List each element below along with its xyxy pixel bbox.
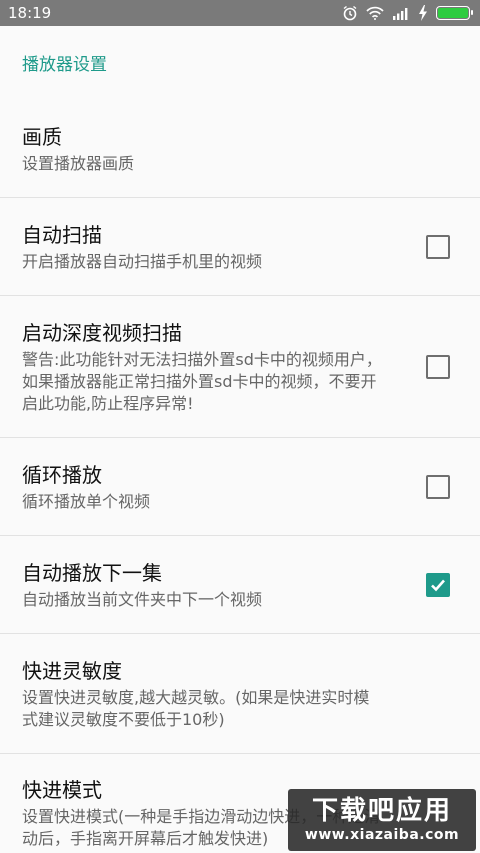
check-icon — [431, 579, 445, 591]
setting-deep-scan[interactable]: 启动深度视频扫描 警告:此功能针对无法扫描外置sd卡中的视频用户，如果播放器能正… — [0, 296, 480, 438]
setting-subtitle: 自动播放当前文件夹中下一个视频 — [22, 589, 263, 609]
alarm-icon — [343, 5, 357, 21]
setting-subtitle: 循环播放单个视频 — [22, 491, 151, 511]
setting-subtitle: 设置快进灵敏度,越大越灵敏。(如果是快进实时模式建议灵敏度不要低于10秒) — [22, 687, 370, 729]
setting-title: 自动扫描 — [22, 222, 102, 247]
auto-next-checkbox[interactable] — [426, 572, 450, 597]
signal-icon — [393, 8, 408, 20]
status-time: 18:19 — [8, 4, 52, 22]
status-bar: 18:19 — [0, 0, 480, 26]
setting-title: 启动深度视频扫描 — [22, 320, 182, 345]
deep-scan-checkbox[interactable] — [426, 354, 450, 379]
status-icons — [342, 5, 473, 21]
watermark-url: www.xiazaiba.com — [304, 827, 460, 843]
charging-icon — [419, 5, 427, 21]
setting-quality[interactable]: 画质 设置播放器画质 — [0, 100, 480, 198]
wifi-icon — [366, 6, 384, 20]
setting-title: 循环播放 — [22, 462, 102, 487]
setting-loop-play[interactable]: 循环播放 循环播放单个视频 — [0, 438, 480, 536]
setting-title: 画质 — [22, 124, 62, 149]
section-title: 播放器设置 — [0, 26, 480, 100]
setting-seek-sensitivity[interactable]: 快进灵敏度 设置快进灵敏度,越大越灵敏。(如果是快进实时模式建议灵敏度不要低于1… — [0, 634, 480, 754]
battery-icon — [436, 6, 473, 20]
section-title-text: 播放器设置 — [22, 55, 107, 75]
auto-scan-checkbox[interactable] — [426, 234, 450, 259]
setting-title: 自动播放下一集 — [22, 560, 162, 585]
setting-subtitle: 开启播放器自动扫描手机里的视频 — [22, 251, 263, 271]
battery-level — [438, 8, 468, 18]
setting-subtitle: 设置播放器画质 — [22, 153, 135, 173]
setting-auto-scan[interactable]: 自动扫描 开启播放器自动扫描手机里的视频 — [0, 198, 480, 296]
setting-title: 快进灵敏度 — [22, 658, 122, 683]
loop-play-checkbox[interactable] — [426, 474, 450, 499]
settings-list: 画质 设置播放器画质 自动扫描 开启播放器自动扫描手机里的视频 启动深度视频扫描… — [0, 100, 480, 853]
watermark-title: 下载吧应用 — [311, 796, 452, 826]
setting-subtitle: 警告:此功能针对无法扫描外置sd卡中的视频用户，如果播放器能正常扫描外置sd卡中… — [22, 349, 382, 413]
watermark-logo: 下载吧应用 www.xiazaiba.com — [288, 789, 476, 851]
setting-auto-next[interactable]: 自动播放下一集 自动播放当前文件夹中下一个视频 — [0, 536, 480, 634]
